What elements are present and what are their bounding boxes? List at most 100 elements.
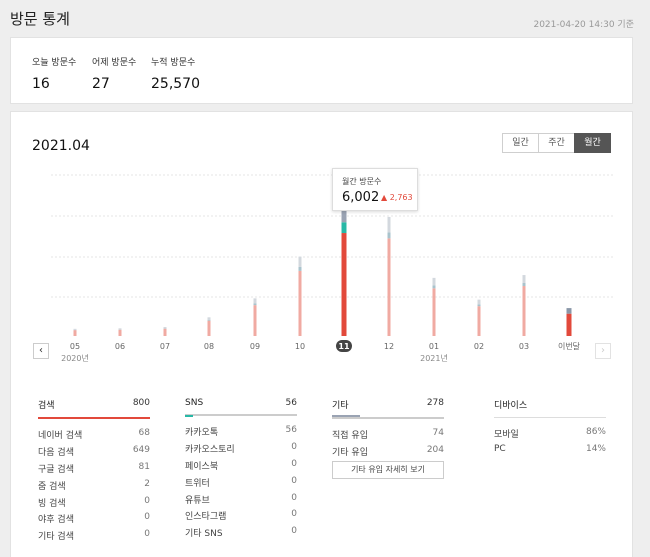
source-sns: SNS 56 카카오톡 56 카카오스토리 0 페이스북 0 트위터 0 유튜브 0 인스… [185, 398, 297, 540]
row-label: 기타 SNS [185, 529, 223, 540]
source-other: 기타 278 직접 유입 74 기타 유입 204 [332, 398, 444, 458]
other-detail-button[interactable]: 기타 유입 자세히 보기 [332, 461, 444, 479]
bar-segment [298, 270, 302, 336]
stat-today-label: 오늘 방문수 [32, 58, 77, 68]
row-label: 모바일 [494, 430, 519, 440]
stat-total: 누적 방문수 25,570 [151, 55, 200, 92]
list-item: 모바일 86% [494, 427, 606, 440]
x-tick-label: 12 [384, 342, 394, 351]
visit-bar-chart: 05 06 07 08 09 10 11 12 01 02 03 이번달 2020년 2021년 [51, 174, 613, 363]
x-tick-label: 11 [338, 342, 350, 351]
bar-segment [207, 317, 211, 320]
bar-segment [432, 277, 436, 286]
row-label: 직접 유입 [332, 431, 368, 441]
list-item: 기타 SNS 0 [185, 526, 297, 540]
row-value: 56 [285, 425, 297, 435]
x-tick-label: 08 [204, 342, 214, 351]
chart-tooltip: 월간 방문수 6,002 ▲ 2,763 [332, 168, 418, 211]
row-value: 0 [291, 458, 297, 469]
chevron-right-icon[interactable]: › [595, 343, 611, 359]
x-tick-label: 06 [115, 342, 125, 351]
row-value: 74 [432, 428, 444, 438]
list-item: 직접 유입 74 [332, 428, 444, 441]
list-item: 기타 유입 204 [332, 445, 444, 458]
row-label: 야후 검색 [38, 515, 74, 526]
source-other-title: 기타 [332, 401, 349, 411]
row-label: 구글 검색 [38, 464, 74, 475]
sns-accent-bar [185, 415, 193, 417]
row-value: 0 [291, 526, 297, 537]
tooltip-value: 6,002 [342, 190, 380, 205]
bar-segment [253, 298, 257, 304]
bar-segment [432, 285, 436, 289]
row-value: 0 [291, 475, 297, 486]
row-label: 인스타그램 [185, 512, 227, 523]
x-tick-label: 07 [160, 342, 170, 351]
list-item: 카카오스토리 0 [185, 442, 297, 455]
bar-segment [387, 232, 391, 239]
source-sns-count: 56 [285, 398, 297, 408]
source-search-header: 검색 800 [38, 398, 150, 419]
row-label: 기타 검색 [38, 532, 74, 543]
bar-segment [253, 303, 257, 306]
bar-segment [387, 216, 391, 233]
stat-today: 오늘 방문수 16 [32, 55, 76, 92]
bar-segment [298, 256, 302, 267]
chevron-left-icon[interactable]: ‹ [33, 343, 49, 359]
row-value: 0 [291, 492, 297, 503]
row-value: 68 [138, 428, 150, 438]
bar-segment [566, 313, 572, 336]
list-item: 유튜브 0 [185, 492, 297, 506]
row-label: PC [494, 443, 506, 454]
list-item: 트위터 0 [185, 475, 297, 489]
source-search: 검색 800 네이버 검색 68 다음 검색 649 구글 검색 81 줌 검색 2 빙… [38, 398, 150, 543]
stat-yesterday-value: 27 [92, 76, 110, 92]
source-other-count: 278 [426, 398, 444, 408]
bar-segment [298, 266, 302, 271]
bar-segment [432, 288, 436, 336]
page-title: 방문 통계 [10, 10, 70, 28]
bar-segment [341, 222, 347, 234]
visit-chart-card: 2021.04 일간 주간 월간 05 06 07 08 09 10 11 12 01 02 03 이… [10, 111, 633, 557]
bar-segment [163, 328, 167, 336]
row-label: 페이스북 [185, 461, 219, 472]
year-label: 2021년 [420, 353, 448, 363]
bar-segment [522, 286, 526, 336]
bar-segment [73, 330, 77, 336]
bar-segment [387, 238, 391, 336]
list-item: 페이스북 0 [185, 458, 297, 472]
bar-segment [477, 306, 481, 336]
x-tick-label: 이번달 [558, 341, 581, 351]
bar-segment [207, 319, 211, 321]
bar-segment [207, 320, 211, 336]
list-item: 기타 검색 0 [38, 529, 150, 543]
bar-segment [163, 327, 167, 329]
row-value: 0 [144, 529, 150, 540]
list-item: 구글 검색 81 [38, 462, 150, 475]
stat-today-value: 16 [32, 76, 50, 92]
row-value: 2 [144, 478, 150, 489]
row-label: 줌 검색 [38, 481, 66, 492]
bar-segment [477, 304, 481, 307]
source-device-header: 디바이스 [494, 398, 606, 418]
x-tick-label: 01 [429, 342, 439, 351]
x-tick-label: 05 [70, 342, 80, 351]
list-item: 빙 검색 0 [38, 496, 150, 509]
list-item: 카카오톡 56 [185, 425, 297, 438]
other-accent-bar [332, 415, 360, 417]
row-value: 0 [291, 509, 297, 520]
list-item: 인스타그램 0 [185, 509, 297, 523]
source-sns-title: SNS [185, 398, 204, 408]
tooltip-delta: ▲ 2,763 [381, 193, 413, 202]
stat-yesterday: 어제 방문수 27 [92, 55, 136, 92]
bar-segment [118, 328, 122, 330]
bar-segment [118, 329, 122, 336]
tooltip-label: 월간 방문수 [342, 177, 382, 186]
row-label: 카카오톡 [185, 428, 219, 438]
source-device: 디바이스 모바일 86% PC 14% [494, 398, 606, 455]
row-label: 빙 검색 [38, 498, 66, 509]
list-item: PC 14% [494, 444, 606, 455]
bar-segment [477, 299, 481, 305]
bar-segment [566, 308, 572, 314]
x-tick-label: 10 [295, 342, 305, 351]
